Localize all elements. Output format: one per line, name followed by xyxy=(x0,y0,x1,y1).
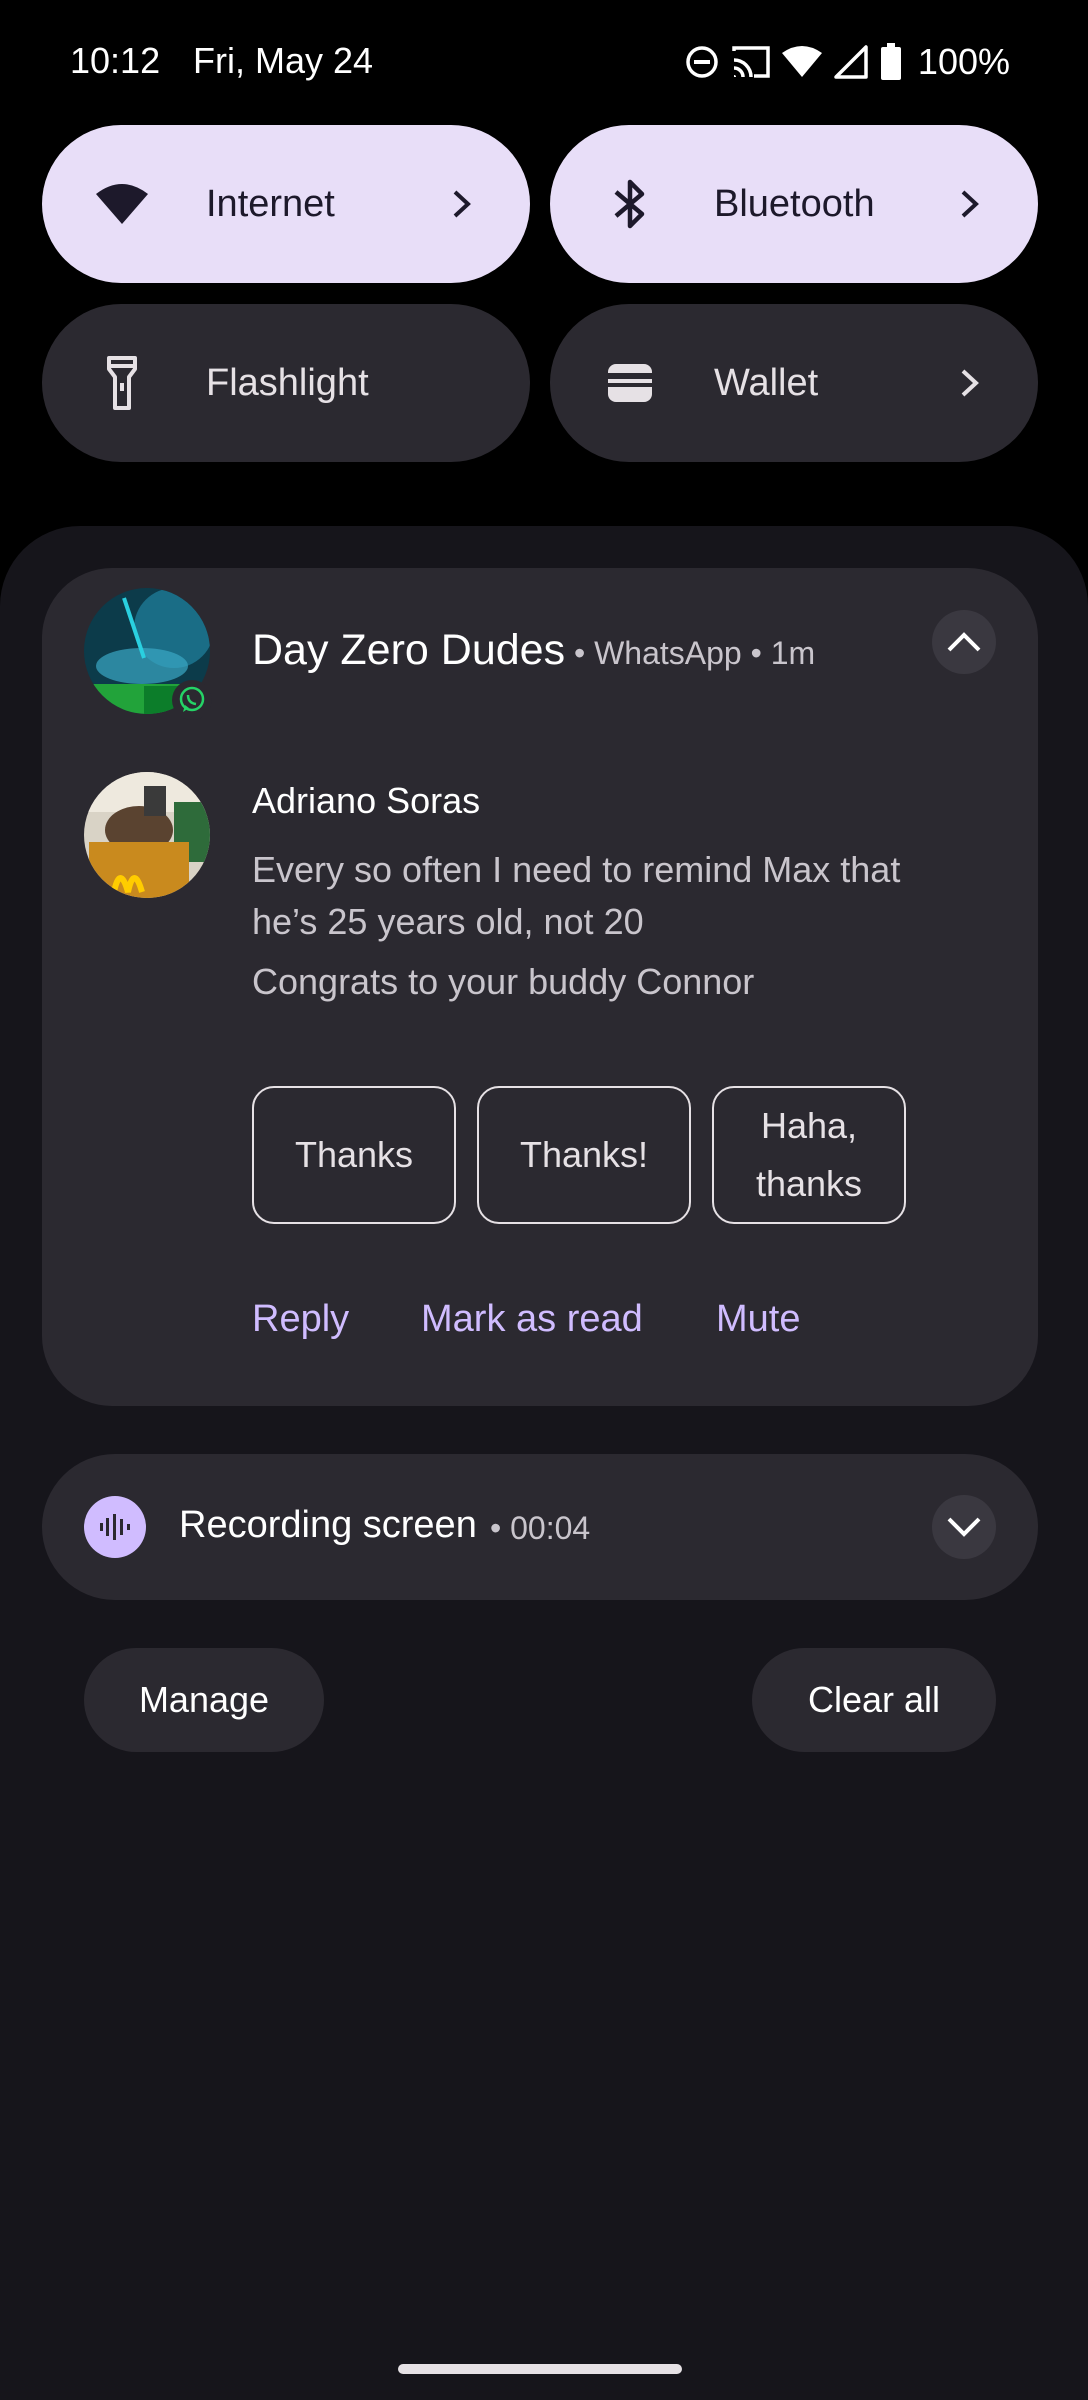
tile-label: Flashlight xyxy=(206,361,369,404)
cast-icon xyxy=(732,46,770,78)
status-date: Fri, May 24 xyxy=(193,40,374,81)
status-bar: 10:12 Fri, May 24 100% xyxy=(0,0,1088,126)
manage-button[interactable]: Manage xyxy=(84,1648,324,1752)
flashlight-icon xyxy=(94,355,150,411)
message-text: Congrats to your buddy Connor xyxy=(252,961,755,1002)
tile-wallet[interactable]: Wallet xyxy=(550,304,1038,462)
whatsapp-icon xyxy=(172,680,212,720)
chevron-right-icon xyxy=(438,180,486,228)
notification-app-time: • WhatsApp • 1m xyxy=(574,635,816,671)
recording-elapsed: • 00:04 xyxy=(490,1510,591,1546)
chevron-right-icon xyxy=(946,180,994,228)
tile-bluetooth[interactable]: Bluetooth xyxy=(550,125,1038,283)
status-icons: 100% xyxy=(684,40,1010,84)
home-indicator[interactable] xyxy=(398,2364,682,2374)
reply-button[interactable]: Reply xyxy=(252,1298,349,1341)
mute-button[interactable]: Mute xyxy=(716,1298,800,1341)
battery-percentage: 100% xyxy=(917,41,1010,82)
expand-button[interactable] xyxy=(932,1495,996,1559)
wallet-icon xyxy=(602,355,658,411)
chevron-up-icon xyxy=(947,632,981,652)
smart-reply-button[interactable]: Thanks! xyxy=(477,1086,691,1224)
clear-all-button[interactable]: Clear all xyxy=(752,1648,996,1752)
tile-internet[interactable]: Internet xyxy=(42,125,530,283)
tile-flashlight[interactable]: Flashlight xyxy=(42,304,530,462)
chevron-right-icon xyxy=(946,359,994,407)
message-text: Every so often I need to remind Max that… xyxy=(252,849,901,942)
sender-name: Adriano Soras xyxy=(252,780,481,821)
tile-label: Internet xyxy=(206,182,335,225)
tile-label: Bluetooth xyxy=(714,182,875,225)
sender-avatar xyxy=(84,772,210,898)
audio-waveform-icon xyxy=(84,1496,146,1558)
battery-icon xyxy=(880,43,901,80)
mark-as-read-button[interactable]: Mark as read xyxy=(421,1298,643,1341)
status-time: 10:12 xyxy=(70,40,161,81)
whatsapp-notification[interactable]: Day Zero Dudes • WhatsApp • 1m Adriano S… xyxy=(42,568,1038,1406)
smart-reply-button[interactable]: Thanks xyxy=(252,1086,456,1224)
wifi-icon xyxy=(781,46,822,77)
chevron-down-icon xyxy=(947,1517,981,1537)
notification-title: Day Zero Dudes xyxy=(252,626,566,674)
bluetooth-icon xyxy=(602,176,658,232)
do-not-disturb-icon xyxy=(686,46,718,78)
screen-recording-notification[interactable]: Recording screen • 00:04 xyxy=(42,1454,1038,1600)
wifi-icon xyxy=(94,176,150,232)
cell-signal-icon xyxy=(834,45,868,79)
collapse-button[interactable] xyxy=(932,610,996,674)
tile-label: Wallet xyxy=(714,361,819,404)
smart-reply-button[interactable]: Haha, thanks xyxy=(712,1086,906,1224)
recording-title: Recording screen xyxy=(179,1504,477,1546)
